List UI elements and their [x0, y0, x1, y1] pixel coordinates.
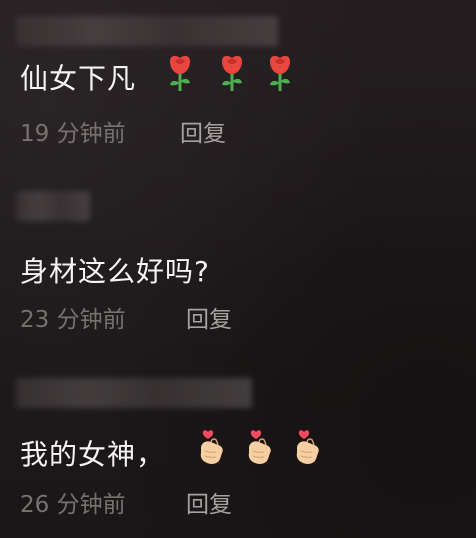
- rose-icon: [222, 55, 242, 91]
- comment-time: 26 分钟前: [20, 492, 126, 518]
- reply-button[interactable]: 回复: [180, 114, 226, 148]
- username-blurred: [16, 191, 90, 221]
- comment-time: 19 分钟前: [20, 121, 126, 147]
- rose-icon: [270, 55, 290, 91]
- comment-text: 我的女神，: [20, 438, 166, 471]
- finger-heart-icon: [248, 430, 271, 464]
- reply-button[interactable]: 回复: [186, 300, 232, 334]
- comment-item: 我的女神， 26 分钟前 回复: [0, 370, 476, 538]
- finger-heart-icon: [200, 430, 223, 464]
- username-blurred: [16, 16, 278, 46]
- comment-item: 身材这么好吗? 23 分钟前 回复: [0, 180, 476, 345]
- finger-heart-icon: [296, 430, 319, 464]
- comment-item: 仙女下凡 19 分钟前 回复: [0, 0, 476, 150]
- comment-time: 23 分钟前: [20, 307, 126, 333]
- comment-screen: 仙女下凡 19 分钟前 回复 身材这么好吗? 23 分钟前 回复 我的女神， 2…: [0, 0, 476, 538]
- comment-text: 仙女下凡: [20, 62, 137, 95]
- rose-icon: [170, 55, 190, 91]
- comment-text: 身材这么好吗?: [20, 255, 210, 288]
- username-blurred: [16, 378, 252, 408]
- reply-button[interactable]: 回复: [186, 485, 232, 519]
